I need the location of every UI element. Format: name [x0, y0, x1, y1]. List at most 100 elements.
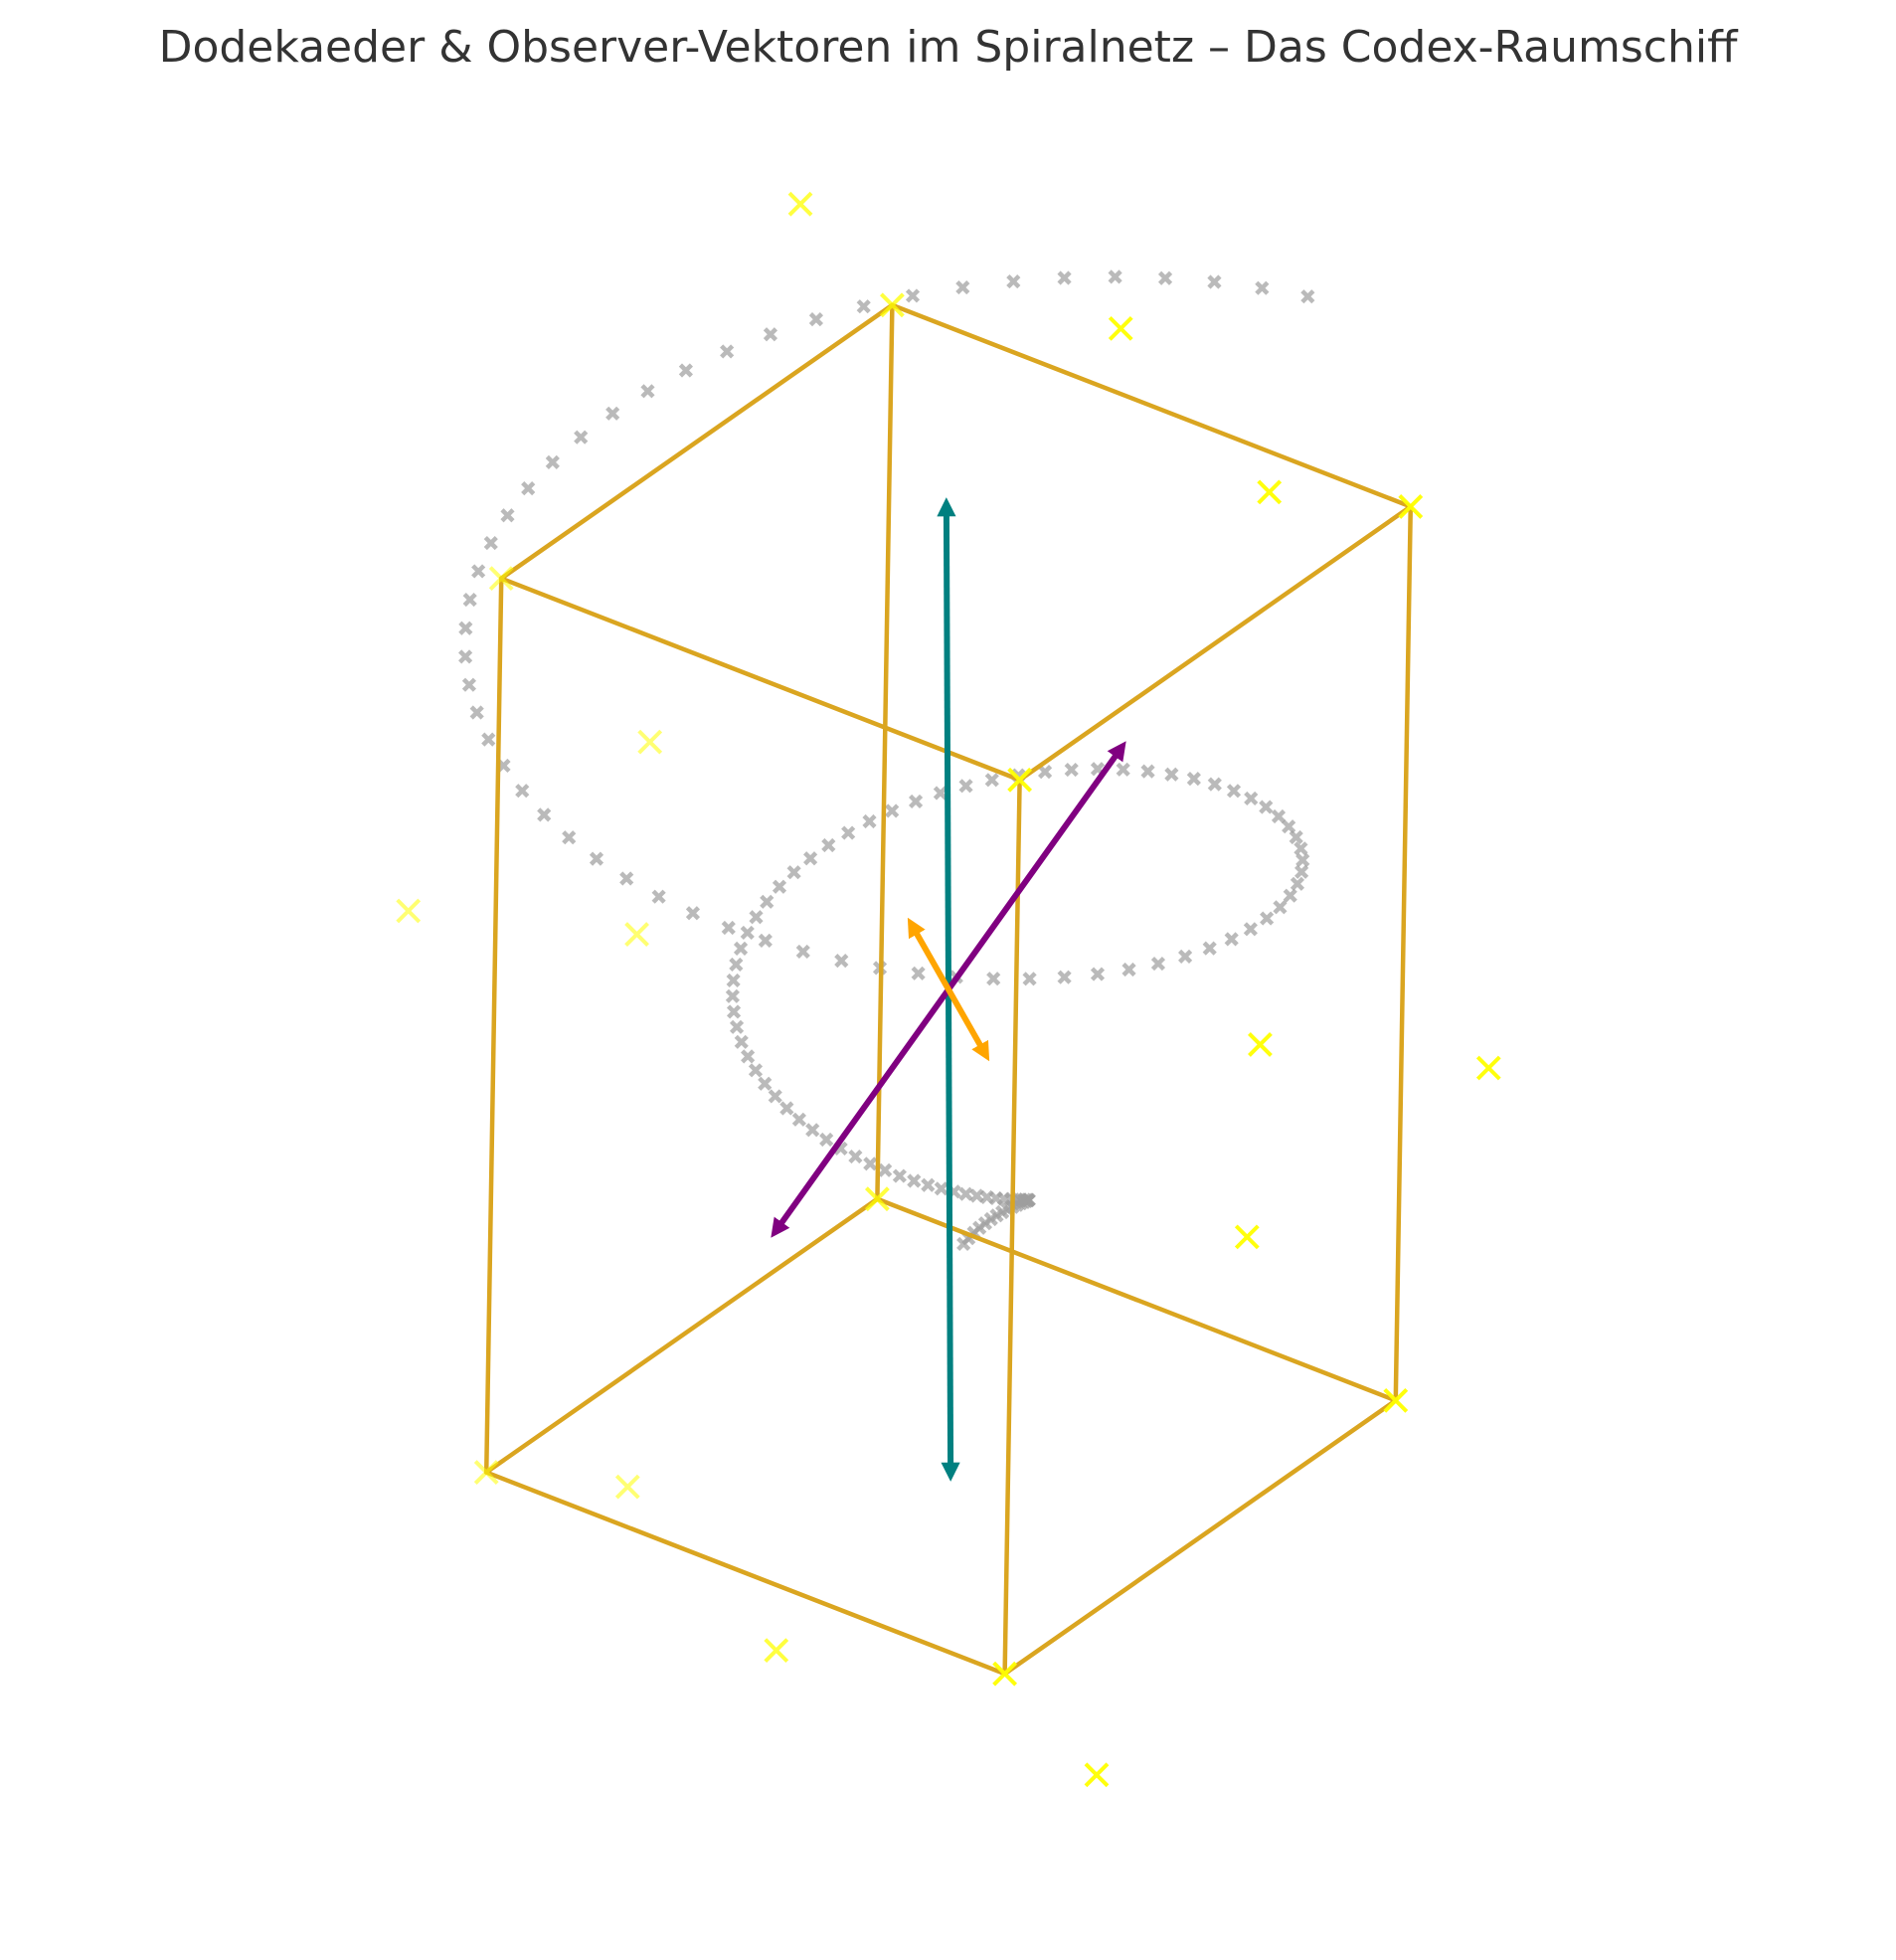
spiral-point	[1090, 967, 1106, 981]
spiral-point	[805, 1123, 820, 1138]
spiral-point	[1064, 762, 1079, 778]
spiral-point	[515, 784, 530, 799]
spiral-point	[458, 621, 473, 635]
spiral-point	[726, 1004, 742, 1019]
spiral-point	[795, 944, 810, 960]
spiral-point	[760, 894, 775, 909]
spiral-point	[1022, 972, 1037, 986]
spiral-point	[651, 889, 666, 904]
spiral-point	[685, 906, 701, 921]
cube-edge	[483, 576, 504, 1475]
spiral-point	[1202, 941, 1217, 956]
spiral-point	[1300, 289, 1315, 304]
spiral-point	[483, 536, 498, 551]
spiral-point	[1282, 819, 1296, 834]
spiral-point	[537, 807, 552, 822]
cube-edge	[498, 302, 895, 581]
spiral-point	[921, 1177, 936, 1192]
dodecahedron-vertex	[1084, 1762, 1110, 1788]
spiral-point	[905, 288, 921, 303]
spiral-point	[500, 508, 515, 523]
spiral-point	[779, 1101, 794, 1116]
spiral-point	[786, 865, 801, 880]
spiral-point	[1289, 829, 1303, 845]
spiral-point	[1283, 888, 1297, 903]
spiral-point	[734, 1034, 749, 1049]
spiral-point	[574, 430, 589, 445]
spiral-point	[821, 837, 836, 853]
spiral-point	[521, 481, 536, 496]
spiral-point	[819, 1132, 834, 1148]
spiral-point	[1273, 900, 1288, 915]
spiral-point	[1157, 270, 1173, 285]
cube-edge	[483, 1470, 1007, 1677]
spiral-point	[768, 1089, 782, 1104]
spiral-point	[462, 592, 477, 608]
spiral-point	[1244, 791, 1259, 806]
spiral-point	[1164, 767, 1179, 782]
spiral-point	[1006, 273, 1021, 289]
dodecahedron-vertex	[614, 1474, 640, 1500]
spiral-point	[1207, 777, 1222, 792]
spiral-point	[1295, 852, 1310, 868]
spiral-point	[481, 732, 496, 747]
spiral-point	[678, 363, 693, 378]
spiral-point	[461, 677, 477, 692]
spiral-point	[969, 1188, 984, 1203]
observer-vectors	[771, 497, 1126, 1482]
dodecahedron-vertex	[1475, 1055, 1501, 1081]
spiral-point	[1255, 280, 1270, 295]
spiral-point	[911, 966, 926, 980]
spiral-point	[863, 1157, 878, 1171]
spiral-point	[856, 299, 871, 314]
spiral-point	[791, 1112, 806, 1127]
cube-edge	[498, 576, 1022, 783]
spiral-point	[1057, 970, 1072, 984]
spiral-point	[721, 920, 736, 936]
spiral-point	[1243, 922, 1258, 937]
spiral-point	[562, 830, 577, 845]
dodecahedron-vertex	[1234, 1224, 1260, 1250]
spiral-point	[955, 279, 970, 295]
spiral-point	[848, 1149, 863, 1164]
spiral-point	[958, 1186, 973, 1201]
spiral-point	[1177, 949, 1193, 964]
spiral-point	[589, 851, 604, 866]
spiral-point	[908, 794, 924, 809]
spiral-point	[1207, 274, 1222, 289]
spiral-point	[733, 941, 749, 956]
spiral-point	[1150, 956, 1166, 972]
spiral-point	[1294, 864, 1309, 879]
dodecahedron-vertex	[1108, 315, 1133, 341]
dodecahedron-vertex	[396, 898, 422, 924]
spiral-point	[729, 957, 744, 973]
spiral-point	[958, 779, 973, 794]
cube-edge	[1002, 1398, 1399, 1677]
spiral-point	[1260, 911, 1275, 926]
spiral-point	[758, 1076, 773, 1091]
spiral-point	[1057, 270, 1072, 285]
spiral-point	[984, 773, 999, 788]
spiral-point	[772, 879, 787, 894]
spiral-point	[1293, 841, 1308, 856]
spiral-point	[469, 705, 484, 720]
spiral-point	[726, 973, 741, 988]
spiral-point	[1121, 962, 1136, 978]
cube-edge	[1017, 504, 1414, 783]
spiral-point	[1186, 772, 1201, 787]
spiral-point	[1108, 269, 1122, 284]
spiral-point	[740, 925, 755, 941]
dodecahedron-vertex	[637, 729, 663, 755]
dodecahedron-vertex	[624, 922, 649, 947]
spiral-point	[720, 344, 735, 359]
spiral-point	[1259, 800, 1274, 814]
spiral-point	[862, 813, 877, 829]
spiral-point	[725, 988, 740, 1003]
spiral-point	[834, 954, 849, 969]
cube-edge	[483, 1196, 880, 1475]
spiral-point	[748, 1063, 764, 1078]
dodecahedron-vertex	[1257, 479, 1283, 505]
cube-edge	[875, 302, 895, 1201]
spiral-point	[803, 851, 818, 866]
cube-edge	[875, 1196, 1399, 1403]
